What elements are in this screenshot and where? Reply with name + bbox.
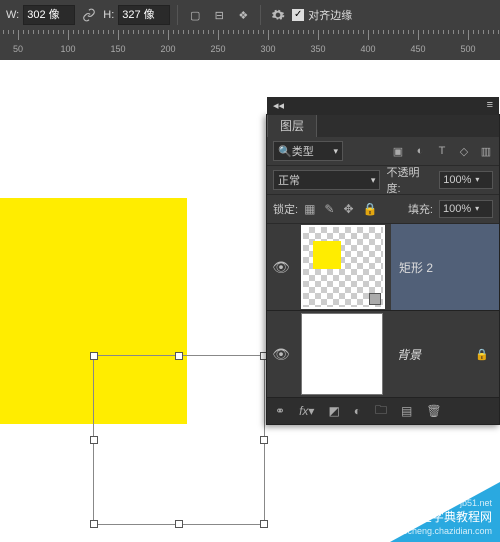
adjustment-layer-icon[interactable]: ◐ [354,404,361,418]
ruler-tick: 200 [160,44,175,54]
align-edges-label: 对齐边缘 [308,7,352,23]
ruler-tick: 350 [310,44,325,54]
ruler-tick: 500 [460,44,475,54]
lock-label: 锁定: [273,201,298,217]
watermark-url1: jb51.net [393,496,492,510]
horizontal-ruler: 50100150200250300350400450500550600 [0,30,500,60]
ruler-tick: 50 [13,44,23,54]
panel-tabs: 图层 [267,115,499,137]
lock-position-icon[interactable]: ✥ [343,202,353,216]
lock-buttons: ▦ ✎ ✥ 🔒 [304,202,377,216]
width-input[interactable]: 302 像 [23,5,75,25]
height-label: H: [103,9,114,21]
fill-value: 100% [443,201,471,217]
thumb-shape [313,241,341,269]
watermark-url2: jiaocheng.chazidian.com [393,524,492,538]
transform-handle-tm[interactable] [175,352,183,360]
new-layer-icon[interactable]: ▤ [401,404,412,418]
opacity-label: 不透明度: [386,164,433,196]
transform-handle-bm[interactable] [175,520,183,528]
lock-row: 锁定: ▦ ✎ ✥ 🔒 填充: 100%▾ [267,195,499,224]
search-icon: 🔍 [278,145,292,158]
filter-type-icon[interactable]: T [435,145,449,158]
transform-handle-bl[interactable] [90,520,98,528]
width-label: W: [6,9,19,21]
filter-kind-label: 类型 [292,143,314,159]
layer-name[interactable]: 矩形 2 [391,259,499,276]
separator [177,5,178,25]
transform-handle-ml[interactable] [90,436,98,444]
shape-badge-icon [369,293,381,305]
filter-kind-dropdown[interactable]: 🔍 类型 ▾ [273,141,343,161]
layers-panel-footer: ⚭ fx▾ ◩ ◐ 🗀 ▤ 🗑 [267,398,499,424]
options-toolbar: W: 302 像 H: 327 像 ▢ ⊟ ❖ ✓ 对齐边缘 [0,0,500,31]
path-align-icon[interactable]: ⊟ [209,5,229,25]
layer-row[interactable]: 👁 矩形 2 [267,224,499,311]
chevron-down-icon: ▾ [475,201,479,217]
tab-layers[interactable]: 图层 [267,113,317,137]
layer-visibility-toggle[interactable]: 👁 [267,259,295,276]
ruler-tick: 250 [210,44,225,54]
ruler-tick: 300 [260,44,275,54]
filter-adjustment-icon[interactable]: ◐ [413,145,427,158]
link-layers-icon[interactable]: ⚭ [275,404,285,418]
chevron-down-icon: ▾ [475,172,479,188]
watermark: jb51.net 查字典教程网 jiaocheng.chazidian.com [330,482,500,542]
blend-mode-value: 正常 [278,172,300,188]
path-arrange-icon[interactable]: ❖ [233,5,253,25]
transform-handle-mr[interactable] [260,436,268,444]
gear-icon[interactable] [268,5,288,25]
filter-smart-icon[interactable]: ▥ [479,145,493,158]
ruler-tick: 150 [110,44,125,54]
watermark-title: 查字典教程网 [420,510,492,524]
blend-row: 正常 ▾ 不透明度: 100%▾ [267,166,499,195]
layer-group-icon[interactable]: 🗀 [375,401,387,422]
filter-icons: ▣ ◐ T ◇ ▥ [391,145,493,158]
watermark-text: jb51.net 查字典教程网 jiaocheng.chazidian.com [393,496,492,538]
lock-all-icon[interactable]: 🔒 [363,202,378,216]
collapse-icon[interactable]: ◂◂ [273,99,284,112]
opacity-value: 100% [443,172,471,188]
panel-topbar[interactable]: ◂◂ ≡ [267,97,499,115]
layers-panel: ◂◂ ≡ 图层 🔍 类型 ▾ ▣ ◐ T ◇ ▥ 正常 ▾ 不透明度: 100%… [266,114,500,425]
ruler-tick: 100 [60,44,75,54]
filter-shape-icon[interactable]: ◇ [457,145,471,158]
path-combine-icon[interactable]: ▢ [185,5,205,25]
height-input[interactable]: 327 像 [118,5,170,25]
layer-row[interactable]: 👁 背景 🔒 [267,311,499,398]
transform-handle-tl[interactable] [90,352,98,360]
chevron-down-icon: ▾ [333,146,338,157]
layer-thumbnail[interactable] [301,225,385,309]
layer-mask-icon[interactable]: ◩ [328,404,339,418]
fill-input[interactable]: 100%▾ [439,200,493,218]
fill-label: 填充: [408,201,433,217]
layer-visibility-toggle[interactable]: 👁 [267,346,295,363]
layer-list: 👁 矩形 2 👁 背景 🔒 [267,224,499,398]
lock-icon: 🔒 [475,348,489,361]
layer-fx-icon[interactable]: fx▾ [299,404,314,418]
filter-row: 🔍 类型 ▾ ▣ ◐ T ◇ ▥ [267,137,499,166]
link-icon[interactable] [79,5,99,25]
opacity-input[interactable]: 100%▾ [439,171,493,189]
blend-mode-dropdown[interactable]: 正常 ▾ [273,170,380,190]
lock-transparent-icon[interactable]: ▦ [304,202,315,216]
chevron-down-icon: ▾ [371,175,376,186]
lock-image-icon[interactable]: ✎ [324,202,334,216]
ruler-tick: 400 [360,44,375,54]
delete-layer-icon[interactable]: 🗑 [426,404,441,418]
ruler-tick: 450 [410,44,425,54]
layer-name[interactable]: 背景 [389,346,475,363]
filter-pixel-icon[interactable]: ▣ [391,145,405,158]
transform-handle-br[interactable] [260,520,268,528]
separator [260,5,261,25]
align-edges-checkbox[interactable]: ✓ [292,9,304,21]
panel-menu-icon[interactable]: ≡ [487,99,493,111]
transform-bounding-box[interactable] [93,355,265,525]
layer-thumbnail[interactable] [301,313,383,395]
